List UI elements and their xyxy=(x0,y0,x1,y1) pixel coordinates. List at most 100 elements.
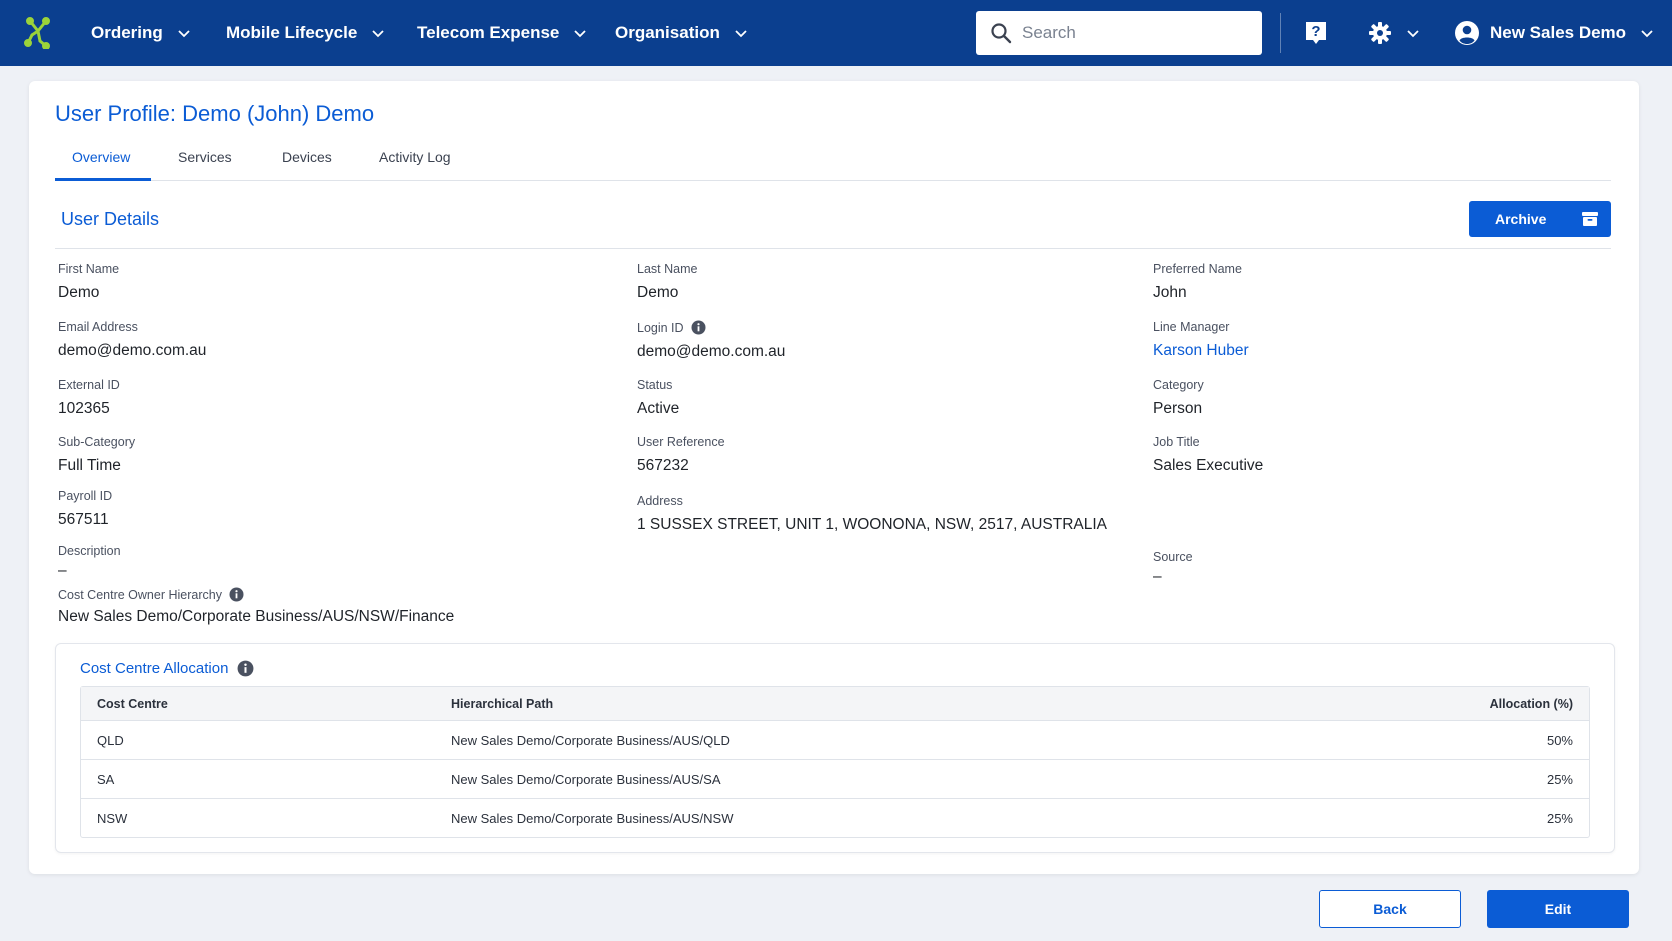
field-user-reference: User Reference 567232 xyxy=(637,435,725,475)
gear-icon xyxy=(1369,22,1391,44)
field-label: Login ID xyxy=(637,320,785,335)
field-value: Demo xyxy=(58,284,100,301)
line-manager-link[interactable]: Karson Huber xyxy=(1153,342,1249,360)
cell-cost-centre: NSW xyxy=(97,811,128,826)
help-button[interactable]: ? xyxy=(1304,0,1328,66)
cell-cost-centre: QLD xyxy=(97,733,124,748)
tab-activity-log[interactable]: Activity Log xyxy=(379,139,451,181)
column-header-hierarchical-path: Hierarchical Path xyxy=(451,697,554,711)
field-sub-category: Sub-Category Full Time xyxy=(58,435,135,475)
column-header-allocation: Allocation (%) xyxy=(1489,697,1573,711)
field-value: 567232 xyxy=(637,457,689,474)
field-value: 567511 xyxy=(58,511,109,528)
user-profile-card: User Profile: Demo (John) Demo Overview … xyxy=(29,81,1639,874)
field-value: 1 SUSSEX STREET, UNIT 1, WOONONA, NSW, 2… xyxy=(637,516,1108,533)
info-icon[interactable] xyxy=(229,587,244,602)
chevron-down-icon xyxy=(372,30,384,38)
search-box[interactable] xyxy=(976,11,1262,55)
header-divider xyxy=(1280,13,1281,53)
tab-activity-log-label: Activity Log xyxy=(379,149,451,165)
field-value: Demo xyxy=(637,284,679,301)
cell-cost-centre: SA xyxy=(97,772,115,787)
archive-button-label: Archive xyxy=(1495,211,1547,227)
field-label: Email Address xyxy=(58,320,138,334)
nav-ordering-label: Ordering xyxy=(91,23,163,42)
info-icon[interactable] xyxy=(691,320,706,335)
field-label: Sub-Category xyxy=(58,435,136,449)
field-label: First Name xyxy=(58,262,120,276)
edit-button-label: Edit xyxy=(1544,901,1572,917)
chevron-down-icon xyxy=(1407,30,1419,38)
back-button-label: Back xyxy=(1373,901,1407,917)
edit-button[interactable]: Edit xyxy=(1487,890,1629,928)
field-label: Description xyxy=(58,544,121,558)
tab-devices-label: Devices xyxy=(282,149,332,165)
table-row: SA New Sales Demo/Corporate Business/AUS… xyxy=(81,759,1589,798)
field-value: – xyxy=(1153,568,1162,585)
field-label: User Reference xyxy=(637,435,725,449)
info-icon[interactable] xyxy=(237,660,254,677)
user-name: New Sales Demo xyxy=(1490,23,1627,42)
field-source: Source – xyxy=(1153,550,1193,586)
user-avatar-icon xyxy=(1455,21,1479,45)
field-label: Preferred Name xyxy=(1153,262,1242,276)
table-row: NSW New Sales Demo/Corporate Business/AU… xyxy=(81,798,1589,837)
field-label: Job Title xyxy=(1153,435,1200,449)
field-label: Last Name xyxy=(637,262,698,276)
cell-allocation: 25% xyxy=(1546,772,1573,787)
archive-box-icon xyxy=(1582,212,1598,226)
tab-devices[interactable]: Devices xyxy=(282,139,332,181)
active-tab-indicator xyxy=(55,178,151,181)
search-input[interactable] xyxy=(1022,23,1252,43)
nav-mobile-lifecycle-label: Mobile Lifecycle xyxy=(226,23,358,42)
field-value: Sales Executive xyxy=(1153,457,1264,474)
question-mark-icon: ? xyxy=(1306,22,1326,44)
field-label: Status xyxy=(637,378,673,392)
tab-services[interactable]: Services xyxy=(178,139,232,181)
nav-mobile-lifecycle[interactable]: Mobile Lifecycle xyxy=(226,0,385,66)
field-value: John xyxy=(1153,284,1187,301)
field-value: – xyxy=(58,562,67,579)
nav-organisation[interactable]: Organisation xyxy=(615,0,748,66)
field-label: External ID xyxy=(58,378,120,392)
tab-services-label: Services xyxy=(178,149,232,165)
cost-centre-allocation-table: Cost Centre Hierarchical Path Allocation… xyxy=(80,686,1590,838)
table-row: QLD New Sales Demo/Corporate Business/AU… xyxy=(81,720,1589,759)
profile-tabs: Overview Services Devices Activity Log xyxy=(55,139,1611,181)
field-label: Source xyxy=(1153,550,1193,564)
user-menu[interactable]: New Sales Demo xyxy=(1454,0,1654,66)
nav-organisation-label: Organisation xyxy=(615,23,720,42)
field-label: Line Manager xyxy=(1153,320,1230,334)
settings-menu[interactable] xyxy=(1368,0,1420,66)
field-description: Description – xyxy=(58,544,121,580)
field-label: Payroll ID xyxy=(58,489,113,503)
field-label-text: Login ID xyxy=(637,320,684,335)
field-value: New Sales Demo/Corporate Business/AUS/NS… xyxy=(58,608,455,625)
cost-centre-allocation-panel: Cost Centre Allocation Cost Centre Hiera… xyxy=(55,643,1615,853)
network-logo-icon[interactable] xyxy=(24,17,52,49)
search-icon xyxy=(991,23,1012,44)
chevron-down-icon xyxy=(1641,30,1653,38)
field-payroll-id: Payroll ID 567511 xyxy=(58,489,112,529)
archive-button[interactable]: Archive xyxy=(1469,201,1611,237)
back-button[interactable]: Back xyxy=(1319,890,1461,928)
field-login-id: Login ID demo@demo.com.au xyxy=(637,320,785,361)
field-status: Status Active xyxy=(637,378,679,418)
field-value: 102365 xyxy=(58,400,110,417)
field-label: Cost Centre Owner Hierarchy xyxy=(58,587,454,602)
field-first-name: First Name Demo xyxy=(58,262,119,302)
field-job-title: Job Title Sales Executive xyxy=(1153,435,1263,475)
tab-overview-label: Overview xyxy=(72,149,131,165)
section-title-user-details: User Details xyxy=(61,209,160,229)
cell-hierarchical-path: New Sales Demo/Corporate Business/AUS/QL… xyxy=(451,733,730,748)
nav-telecom-expense[interactable]: Telecom Expense xyxy=(417,0,587,66)
nav-ordering[interactable]: Ordering xyxy=(91,0,191,66)
cell-hierarchical-path: New Sales Demo/Corporate Business/AUS/SA xyxy=(451,772,721,787)
field-preferred-name: Preferred Name John xyxy=(1153,262,1242,302)
field-cost-centre-owner-hierarchy: Cost Centre Owner Hierarchy New Sales De… xyxy=(58,587,454,626)
section-divider xyxy=(55,248,1611,249)
field-value: demo@demo.com.au xyxy=(637,343,786,360)
field-category: Category Person xyxy=(1153,378,1204,418)
tab-overview[interactable]: Overview xyxy=(72,139,130,181)
cell-allocation: 25% xyxy=(1546,811,1573,826)
